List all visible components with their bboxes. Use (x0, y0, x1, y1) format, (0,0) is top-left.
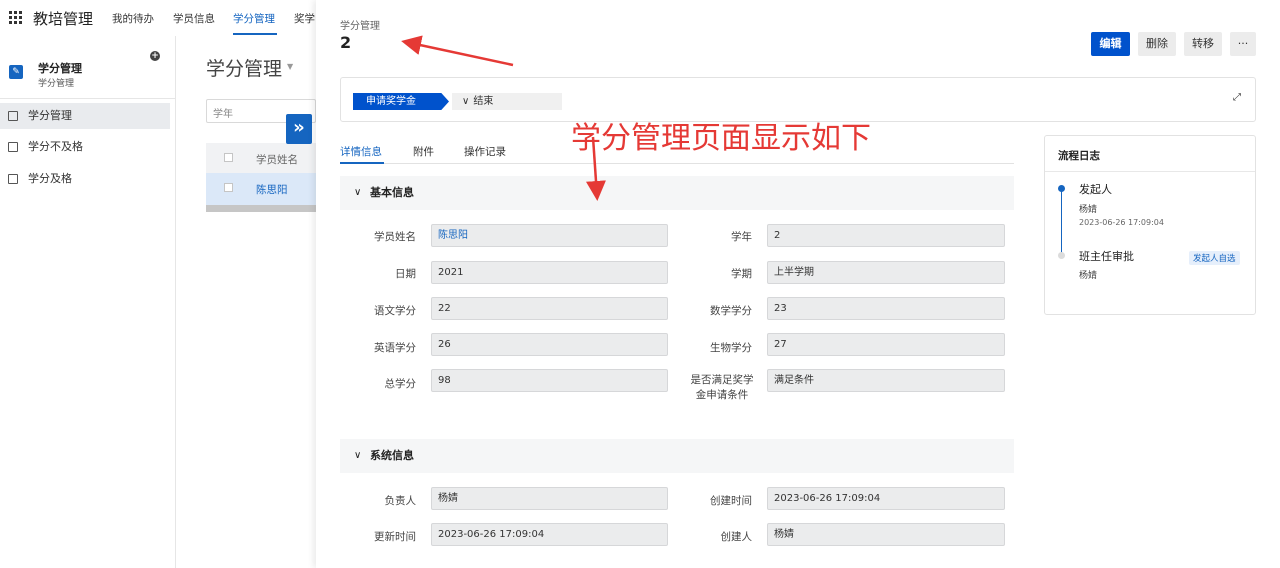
tab-active-underline (340, 162, 384, 164)
column-header-student-name[interactable]: 学员姓名 (256, 152, 298, 167)
field-label: 总学分 (384, 378, 417, 390)
status-badge: 发起人自选 (1189, 251, 1240, 265)
detail-drawer: 学分管理 2 编辑 删除 转移 ··· 申请奖学金 ∨ 结束 ⤢ 详情信息 附件 … (316, 0, 1280, 568)
list-title[interactable]: 学分管理 (206, 54, 282, 81)
nav-item-student-info[interactable]: 学员信息 (173, 11, 215, 26)
nav-item-todo[interactable]: 我的待办 (112, 11, 154, 26)
chevron-down-icon: ∨ (354, 187, 362, 198)
field-value-semester: 上半学期 (767, 261, 1005, 284)
section-basic-info[interactable]: ∨ 基本信息 (340, 176, 1014, 210)
field-value-updated-time: 2023-06-26 17:09:04 (431, 523, 668, 546)
sidebar-divider (0, 98, 176, 99)
table-header: 学员姓名 (206, 143, 316, 173)
field-label: 生物学分 (710, 342, 752, 354)
field-label: 日期 (395, 268, 416, 280)
field-label: 创建人 (720, 531, 753, 543)
log-entry-name: 班主任审批 (1079, 250, 1134, 263)
edit-doc-icon (8, 142, 18, 152)
field-label: 语文学分 (374, 305, 416, 317)
section-title: 系统信息 (370, 449, 414, 462)
field-label: 是否满足奖学金申请条件 (690, 374, 754, 401)
field-value-date: 2021 (431, 261, 668, 284)
log-entry-user: 杨婧 (1079, 205, 1098, 215)
sidebar-item-label: 学分不及格 (28, 140, 83, 153)
log-title: 流程日志 (1058, 150, 1100, 162)
chevron-down-icon: ∨ (462, 96, 470, 107)
field-value-student-name[interactable]: 陈思阳 (431, 224, 668, 247)
field-label: 数学学分 (710, 305, 752, 317)
more-button[interactable]: ··· (1230, 32, 1256, 56)
field-value-owner: 杨婧 (431, 487, 668, 510)
flow-step-end[interactable]: ∨ 结束 (452, 93, 562, 110)
annotation-text: 学分管理页面显示如下 (571, 121, 871, 156)
field-value-created-time: 2023-06-26 17:09:04 (767, 487, 1005, 510)
list-panel: 学分管理 ▼ 学年 学员姓名 陈思阳 » (176, 36, 316, 568)
log-step-dot (1058, 252, 1065, 259)
sidebar-module-title: 学分管理 (38, 62, 82, 75)
sidebar: ✎ 学分管理 学分管理 + 学分管理 学分不及格 学分及格 (0, 36, 176, 568)
field-label: 学年 (731, 231, 752, 243)
module-edit-icon: ✎ (9, 65, 23, 79)
field-value-total-credit: 98 (431, 369, 668, 392)
field-label: 学期 (731, 268, 752, 280)
log-entry-user: 杨婧 (1079, 271, 1098, 281)
field-value-year: 2 (767, 224, 1005, 247)
nav-active-underline (233, 33, 277, 35)
log-entry-name: 发起人 (1079, 183, 1112, 196)
caret-down-icon[interactable]: ▼ (287, 62, 293, 71)
edit-doc-icon (8, 111, 18, 121)
table-row[interactable]: 陈思阳 (206, 173, 316, 205)
flow-step-end-label: 结束 (473, 96, 494, 107)
tab-attachments[interactable]: 附件 (413, 144, 434, 159)
flow-step-apply-scholarship[interactable]: 申请奖学金 (353, 93, 449, 110)
field-value-english-credit: 26 (431, 333, 668, 356)
field-label: 学员姓名 (374, 231, 416, 243)
breadcrumb: 学分管理 (340, 21, 380, 32)
field-value-scholarship-eligibility: 满足条件 (767, 369, 1005, 392)
sidebar-module-subtitle: 学分管理 (38, 79, 75, 89)
tab-operation-log[interactable]: 操作记录 (464, 144, 506, 159)
section-system-info[interactable]: ∨ 系统信息 (340, 439, 1014, 473)
field-label: 更新时间 (374, 531, 416, 543)
field-value-biology-credit: 27 (767, 333, 1005, 356)
chevron-down-icon: ∨ (354, 450, 362, 461)
app-grid-icon[interactable] (9, 11, 22, 24)
field-value-math-credit: 23 (767, 297, 1005, 320)
horizontal-scrollbar[interactable] (206, 205, 316, 212)
section-title: 基本信息 (370, 186, 414, 199)
top-nav: 教培管理 我的待办 学员信息 学分管理 奖学 (0, 0, 318, 36)
field-value-creator: 杨婧 (767, 523, 1005, 546)
app-title: 教培管理 (33, 10, 94, 28)
sidebar-item-credit-failed[interactable]: 学分不及格 (0, 134, 170, 160)
edit-doc-icon (8, 174, 18, 184)
log-divider (1045, 171, 1255, 172)
student-name-cell[interactable]: 陈思阳 (256, 182, 288, 197)
field-label: 负责人 (384, 495, 417, 507)
nav-item-scholarship[interactable]: 奖学 (294, 11, 315, 26)
field-label: 创建时间 (710, 495, 752, 507)
sidebar-item-credit-management[interactable]: 学分管理 (0, 103, 170, 129)
field-value-chinese-credit: 22 (431, 297, 668, 320)
log-entry-time: 2023-06-26 17:09:04 (1079, 218, 1164, 227)
delete-button[interactable]: 删除 (1138, 32, 1176, 56)
log-timeline-line (1061, 191, 1062, 253)
edit-button[interactable]: 编辑 (1091, 32, 1130, 56)
sidebar-item-credit-passed[interactable]: 学分及格 (0, 166, 170, 192)
sidebar-item-label: 学分管理 (28, 109, 72, 122)
expand-panel-button[interactable]: » (286, 114, 312, 144)
record-id: 2 (340, 33, 352, 52)
field-label: 英语学分 (374, 342, 416, 354)
tab-details[interactable]: 详情信息 (340, 144, 382, 159)
add-icon[interactable]: + (150, 51, 160, 61)
sidebar-item-label: 学分及格 (28, 172, 72, 185)
nav-item-credit-management[interactable]: 学分管理 (233, 11, 275, 26)
row-checkbox[interactable] (224, 183, 233, 192)
fullscreen-icon[interactable]: ⤢ (1233, 92, 1241, 103)
select-all-checkbox[interactable] (224, 153, 233, 162)
process-log-panel: 流程日志 发起人 杨婧 2023-06-26 17:09:04 班主任审批 杨婧… (1044, 135, 1256, 315)
transfer-button[interactable]: 转移 (1184, 32, 1222, 56)
